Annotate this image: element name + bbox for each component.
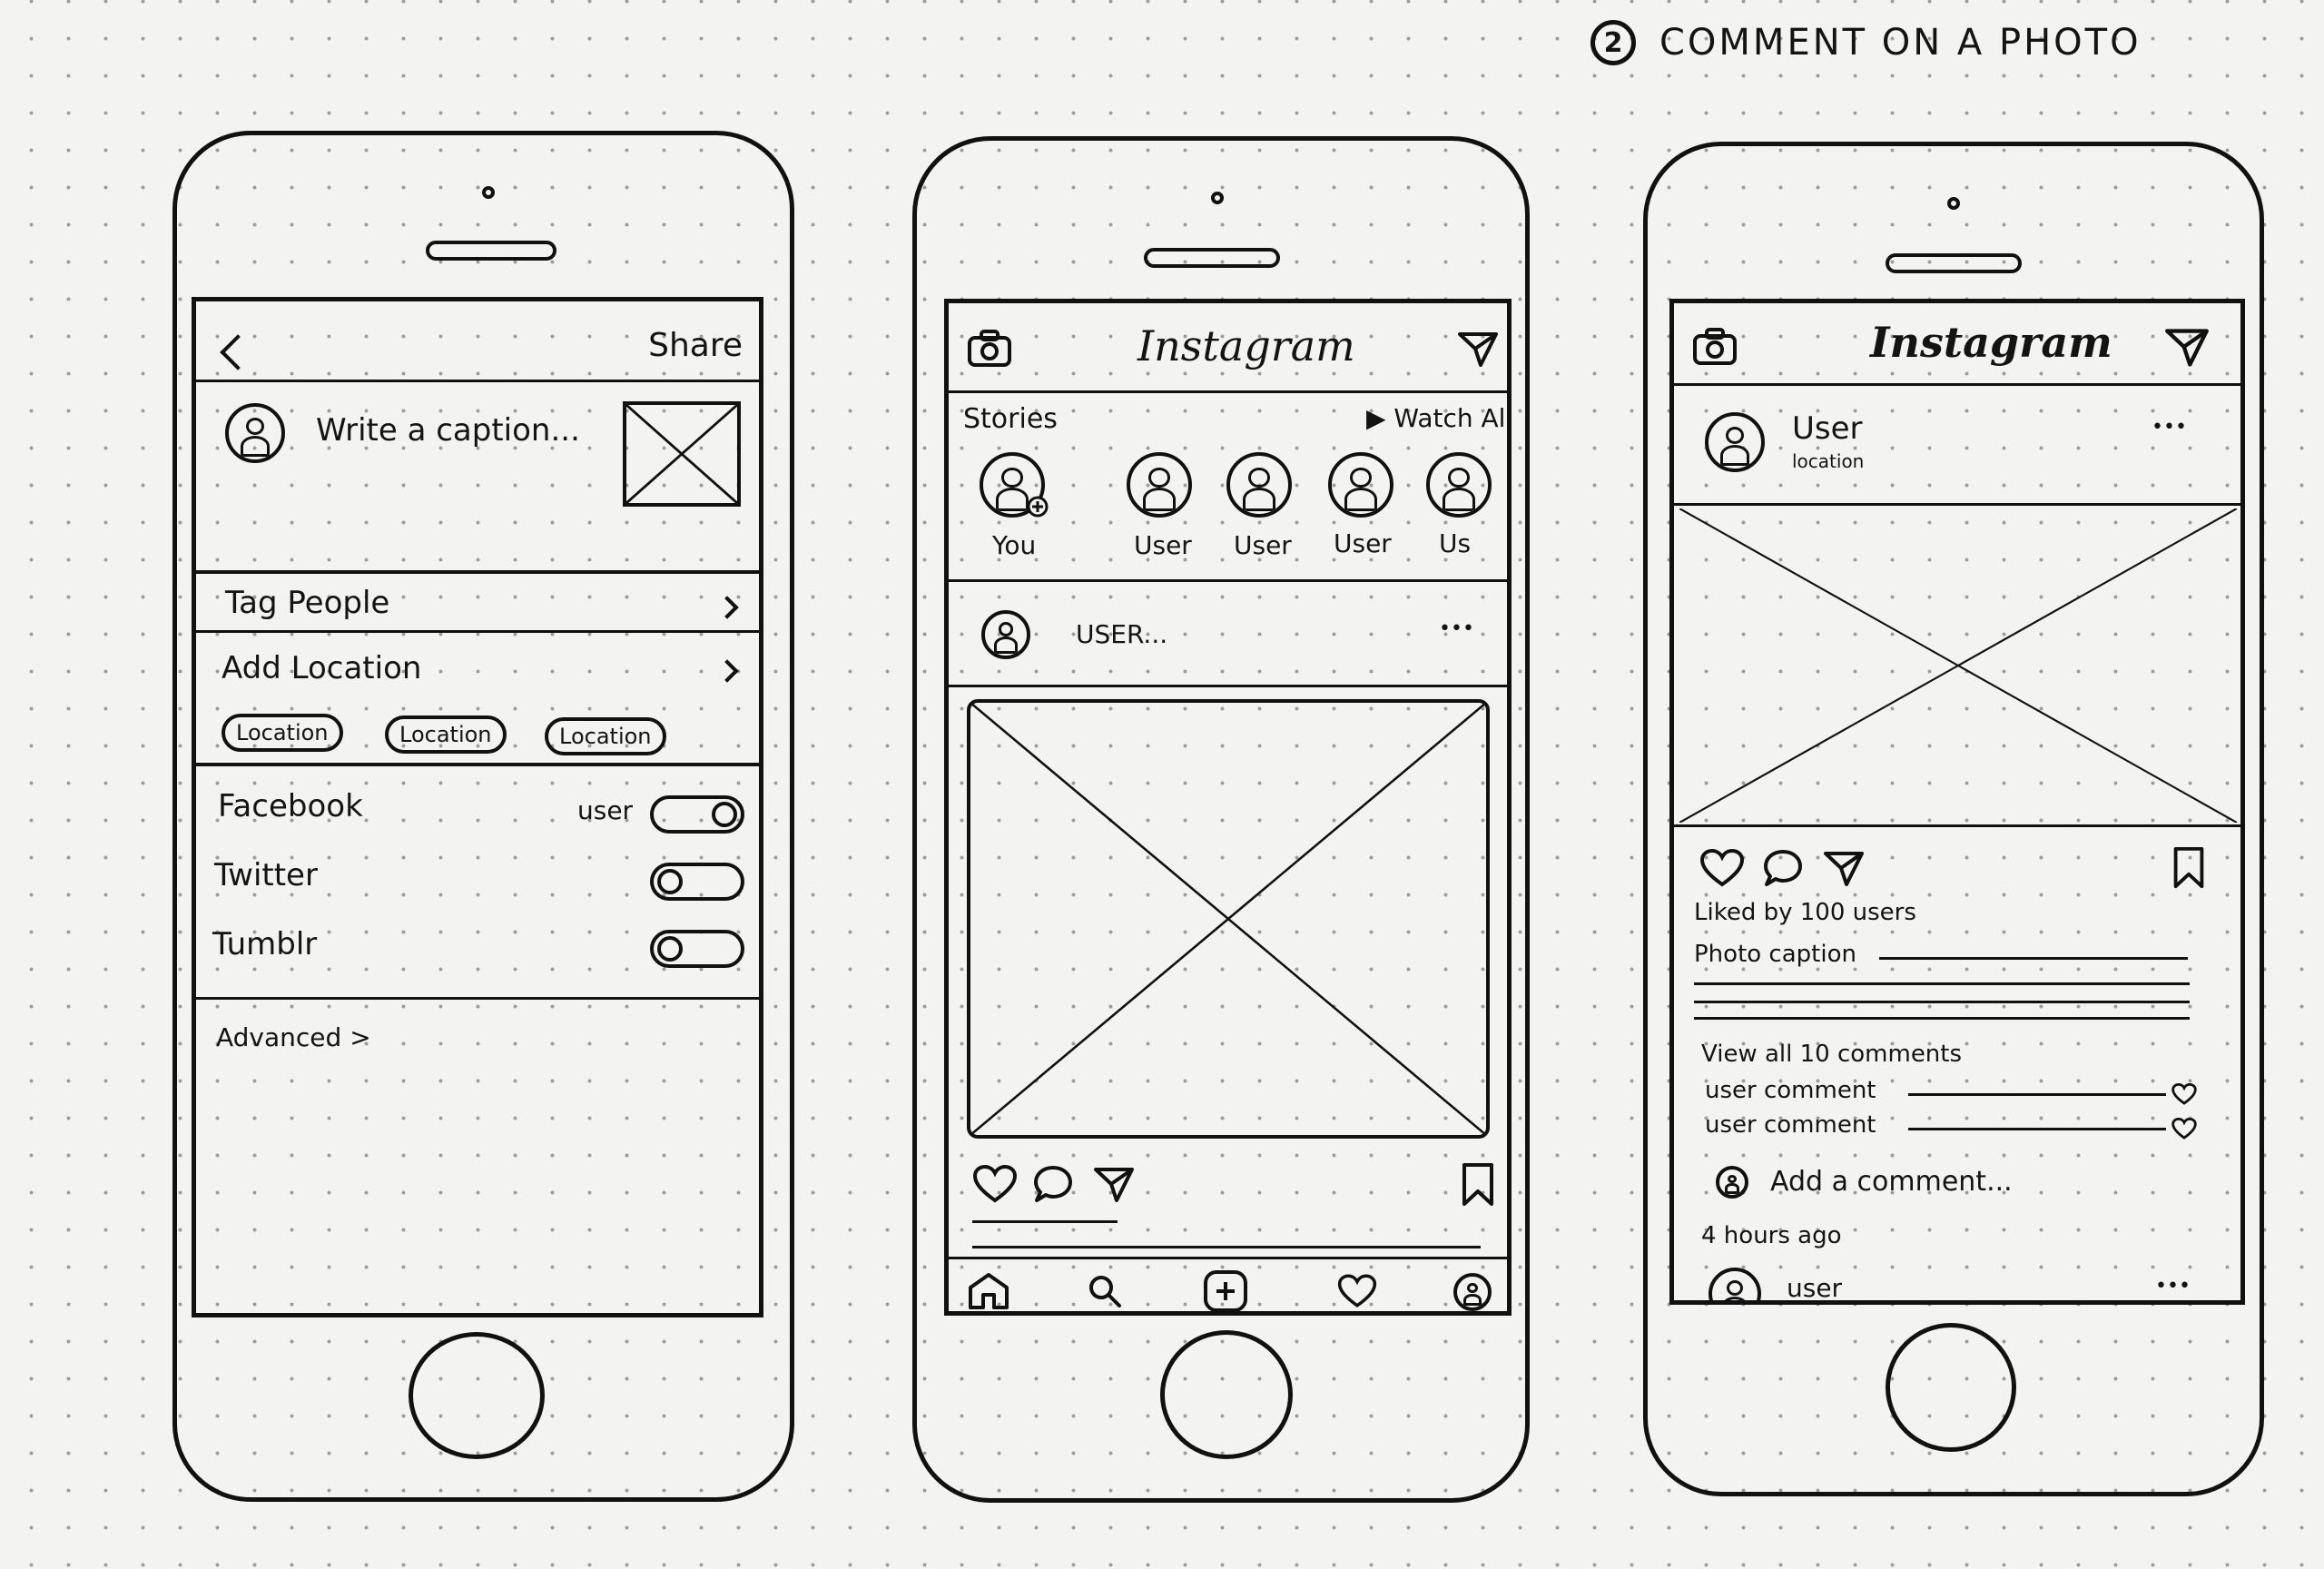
photo-caption: Photo caption — [1694, 941, 1856, 968]
next-post-username[interactable]: user — [1787, 1273, 1842, 1300]
facebook-toggle[interactable] — [650, 795, 744, 834]
stories-label: Stories — [963, 403, 1058, 435]
earpiece-speaker — [426, 241, 556, 261]
step-annotation: 2 COMMENT ON A PHOTO — [1590, 20, 2142, 65]
back-chevron-icon[interactable] — [220, 334, 256, 370]
photo-thumbnail — [623, 401, 741, 507]
post-image[interactable] — [1679, 508, 2237, 823]
post-menu-icon[interactable]: ••• — [1439, 617, 1474, 640]
location-chip[interactable]: Location — [545, 717, 666, 755]
share-screen: Share Write a caption... Tag People Add … — [192, 297, 763, 1317]
story-avatar[interactable] — [1127, 452, 1192, 518]
camera-icon[interactable] — [967, 329, 1012, 369]
activity-heart-icon[interactable] — [1337, 1273, 1377, 1309]
comment-like-heart-icon[interactable] — [2171, 1117, 2197, 1140]
post-author-avatar[interactable] — [1705, 412, 1765, 472]
paper-plane-icon[interactable] — [1457, 331, 1499, 369]
front-camera — [482, 186, 495, 199]
home-icon[interactable] — [967, 1271, 1010, 1311]
add-location-chevron-icon[interactable] — [715, 659, 739, 683]
caption-text-line — [972, 1246, 1481, 1248]
earpiece-speaker — [1144, 248, 1280, 268]
commenter-avatar — [1716, 1166, 1748, 1199]
story-label: User — [1134, 530, 1192, 560]
comment-text-line — [1908, 1093, 2166, 1096]
post-location[interactable]: location — [1792, 450, 1864, 472]
add-comment-input[interactable]: Add a comment... — [1770, 1166, 2013, 1198]
post-username[interactable]: User — [1792, 410, 1863, 447]
facebook-account: user — [577, 795, 634, 825]
home-button[interactable] — [1886, 1323, 2016, 1452]
share-plane-icon[interactable] — [1821, 850, 1866, 888]
app-title: Instagram — [1137, 321, 1355, 370]
story-avatar[interactable] — [1328, 452, 1393, 518]
tag-people-chevron-icon[interactable] — [715, 596, 739, 619]
tumblr-label: Tumblr — [212, 926, 318, 962]
share-plane-icon[interactable] — [1092, 1166, 1136, 1204]
likes-text-line — [972, 1220, 1118, 1223]
home-button[interactable] — [409, 1332, 545, 1459]
view-all-comments-link[interactable]: View all 10 comments — [1701, 1041, 1962, 1068]
feed-screen: Instagram Stories ▶ Watch All You User U… — [944, 299, 1512, 1316]
watch-all-link[interactable]: ▶ Watch All — [1366, 403, 1507, 433]
post-detail-screen: Instagram User location ••• Liked by 100… — [1669, 299, 2245, 1305]
like-heart-icon[interactable] — [972, 1164, 1018, 1204]
front-camera — [1211, 192, 1224, 204]
add-post-icon[interactable] — [1203, 1269, 1248, 1311]
caption-input[interactable]: Write a caption... — [316, 412, 580, 449]
likes-count[interactable]: Liked by 100 users — [1694, 899, 1916, 926]
tag-people-item[interactable]: Tag People — [225, 585, 389, 621]
post-menu-icon[interactable]: ••• — [2152, 416, 2187, 439]
step-title: COMMENT ON A PHOTO — [1659, 22, 2142, 64]
tumblr-toggle[interactable] — [650, 930, 744, 968]
story-label: User — [1334, 528, 1392, 558]
search-icon[interactable] — [1087, 1273, 1123, 1309]
post-image[interactable] — [967, 699, 1490, 1139]
app-title: Instagram — [1870, 318, 2112, 367]
caption-text-line — [1694, 1017, 2190, 1020]
comment-text: user comment — [1705, 1077, 1876, 1104]
comment-bubble-icon[interactable] — [1761, 848, 1805, 888]
caption-text-line — [1879, 957, 2188, 960]
caption-text-line — [1694, 1001, 2190, 1003]
phone-post-detail: Instagram User location ••• Liked by 100… — [1643, 142, 2264, 1496]
comment-like-heart-icon[interactable] — [2171, 1082, 2197, 1106]
next-post-avatar[interactable] — [1709, 1268, 1761, 1300]
comment-bubble-icon[interactable] — [1032, 1164, 1074, 1204]
profile-icon[interactable] — [1453, 1273, 1492, 1311]
story-label: Us — [1439, 528, 1472, 558]
user-avatar — [225, 403, 285, 463]
post-timestamp: 4 hours ago — [1701, 1222, 1842, 1249]
like-heart-icon[interactable] — [1698, 848, 1747, 888]
next-post-menu-icon[interactable]: ••• — [2155, 1275, 2191, 1298]
caption-text-line — [1694, 982, 2190, 985]
camera-icon[interactable] — [1692, 327, 1738, 367]
post-author-avatar[interactable] — [981, 610, 1030, 659]
story-label: You — [992, 530, 1037, 560]
twitter-label: Twitter — [214, 857, 318, 893]
earpiece-speaker — [1886, 253, 2022, 273]
bookmark-icon[interactable] — [2171, 846, 2206, 890]
phone-feed: Instagram Stories ▶ Watch All You User U… — [912, 136, 1530, 1503]
add-story-plus-icon[interactable] — [1027, 496, 1049, 518]
front-camera — [1947, 197, 1960, 210]
home-button[interactable] — [1160, 1330, 1293, 1459]
comment-text: user comment — [1705, 1111, 1876, 1139]
comment-text-line — [1908, 1128, 2166, 1130]
story-label: User — [1234, 530, 1292, 560]
step-number: 2 — [1590, 20, 1636, 65]
facebook-label: Facebook — [218, 788, 363, 824]
bookmark-icon[interactable] — [1461, 1162, 1495, 1208]
paper-plane-icon[interactable] — [2164, 327, 2210, 369]
story-avatar[interactable] — [1426, 452, 1492, 518]
phone-share: Share Write a caption... Tag People Add … — [172, 131, 794, 1502]
location-chip[interactable]: Location — [222, 714, 343, 752]
story-avatar[interactable] — [1226, 452, 1292, 518]
post-username[interactable]: USER... — [1076, 619, 1167, 649]
twitter-toggle[interactable] — [650, 863, 744, 901]
add-location-item[interactable]: Add Location — [222, 650, 421, 686]
share-button[interactable]: Share — [648, 327, 743, 364]
location-chip[interactable]: Location — [385, 715, 507, 754]
advanced-settings-link[interactable]: Advanced > — [216, 1022, 371, 1052]
